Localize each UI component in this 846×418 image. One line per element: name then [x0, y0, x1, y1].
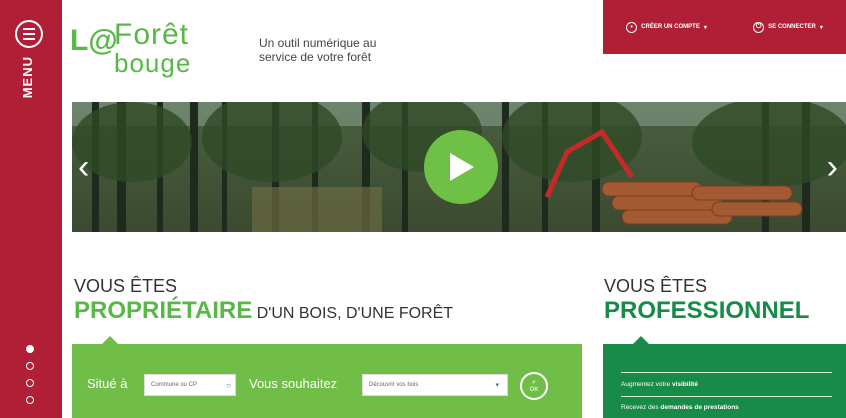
hero-slider: ‹ ›	[72, 102, 846, 232]
power-icon: ⏻	[753, 21, 765, 33]
logo-foret: Forêt	[114, 18, 190, 51]
user-icon: •	[626, 21, 638, 33]
nav-dot-4[interactable]	[26, 396, 34, 404]
sidebar: MENU	[0, 0, 62, 418]
panel-pointer	[102, 336, 118, 344]
pro-panel: Augmentez votre visibilité Recevez des d…	[603, 336, 846, 418]
locate-icon: ○	[226, 380, 231, 390]
pro-item-requests[interactable]: Recevez des demandes de prestations	[621, 404, 739, 411]
owner-title: PROPRIÉTAIRE	[74, 297, 253, 324]
owner-search-panel: Situé à Commune ou CP ○ Vous souhaitez D…	[72, 336, 582, 418]
owner-section: VOUS ÊTES PROPRIÉTAIRE D'UN BOIS, D'UNE …	[74, 276, 453, 325]
logo-la: L@	[70, 24, 118, 57]
pro-item-requests-bold: demandes de prestations	[660, 404, 739, 411]
chevron-down-icon: ▾	[495, 382, 499, 389]
owner-subtitle: D'UN BOIS, D'UNE FORÊT	[256, 305, 454, 322]
nav-dot-3[interactable]	[26, 379, 34, 387]
pro-title: PROFESSIONNEL	[604, 297, 810, 324]
pro-item-requests-pre: Recevez des	[621, 404, 661, 411]
search-icon: ⌕	[532, 379, 536, 386]
search-ok-button[interactable]: ⌕ OK	[520, 372, 548, 400]
logo-bouge: bouge	[114, 48, 192, 78]
divider	[621, 396, 832, 397]
pro-eyebrow: VOUS ÊTES	[604, 276, 708, 296]
pro-section: VOUS ÊTES PROFESSIONNEL	[604, 276, 809, 325]
login-label: SE CONNECTER	[768, 24, 816, 30]
panel-pointer	[633, 336, 649, 344]
intent-select-value: Découvrir vos bois	[369, 382, 419, 388]
commune-placeholder: Commune ou CP	[151, 382, 198, 388]
nav-dot-1[interactable]	[26, 345, 34, 353]
pro-item-visibility-pre: Augmentez votre	[621, 381, 672, 388]
header: L@ Forêt bouge Un outil numérique au ser…	[62, 0, 846, 98]
ok-label: OK	[529, 387, 539, 393]
login-button[interactable]: ⏻ SE CONNECTER ▾	[753, 21, 823, 33]
pro-item-visibility[interactable]: Augmentez votre visibilité	[621, 381, 698, 388]
create-account-button[interactable]: • CRÉER UN COMPTE ▾	[626, 21, 707, 33]
arrow-left-icon[interactable]: ‹	[78, 150, 89, 184]
tagline: Un outil numérique au service de votre f…	[259, 36, 419, 64]
menu-label[interactable]: MENU	[20, 56, 35, 98]
create-account-label: CRÉER UN COMPTE	[641, 24, 700, 30]
divider	[621, 372, 832, 373]
owner-eyebrow: VOUS ÊTES	[74, 276, 178, 296]
play-icon	[450, 153, 474, 181]
chevron-down-icon: ▾	[819, 24, 823, 31]
nav-dot-2[interactable]	[26, 362, 34, 370]
arrow-right-icon[interactable]: ›	[827, 150, 838, 184]
souhaitez-label: Vous souhaitez	[249, 376, 338, 391]
intent-select[interactable]: Découvrir vos bois ▾	[362, 374, 508, 396]
chevron-down-icon: ▾	[703, 24, 707, 31]
tagline-line2: service de votre forêt	[259, 50, 372, 64]
menu-icon[interactable]	[15, 20, 43, 48]
play-button[interactable]	[424, 130, 498, 204]
logo[interactable]: L@ Forêt bouge	[70, 18, 235, 78]
situe-label: Situé à	[87, 376, 128, 391]
pro-item-visibility-bold: visibilité	[671, 381, 698, 388]
commune-input[interactable]: Commune ou CP ○	[144, 374, 236, 396]
tagline-line1: Un outil numérique au	[259, 36, 377, 50]
account-bar: • CRÉER UN COMPTE ▾ ⏻ SE CONNECTER ▾	[603, 0, 846, 54]
